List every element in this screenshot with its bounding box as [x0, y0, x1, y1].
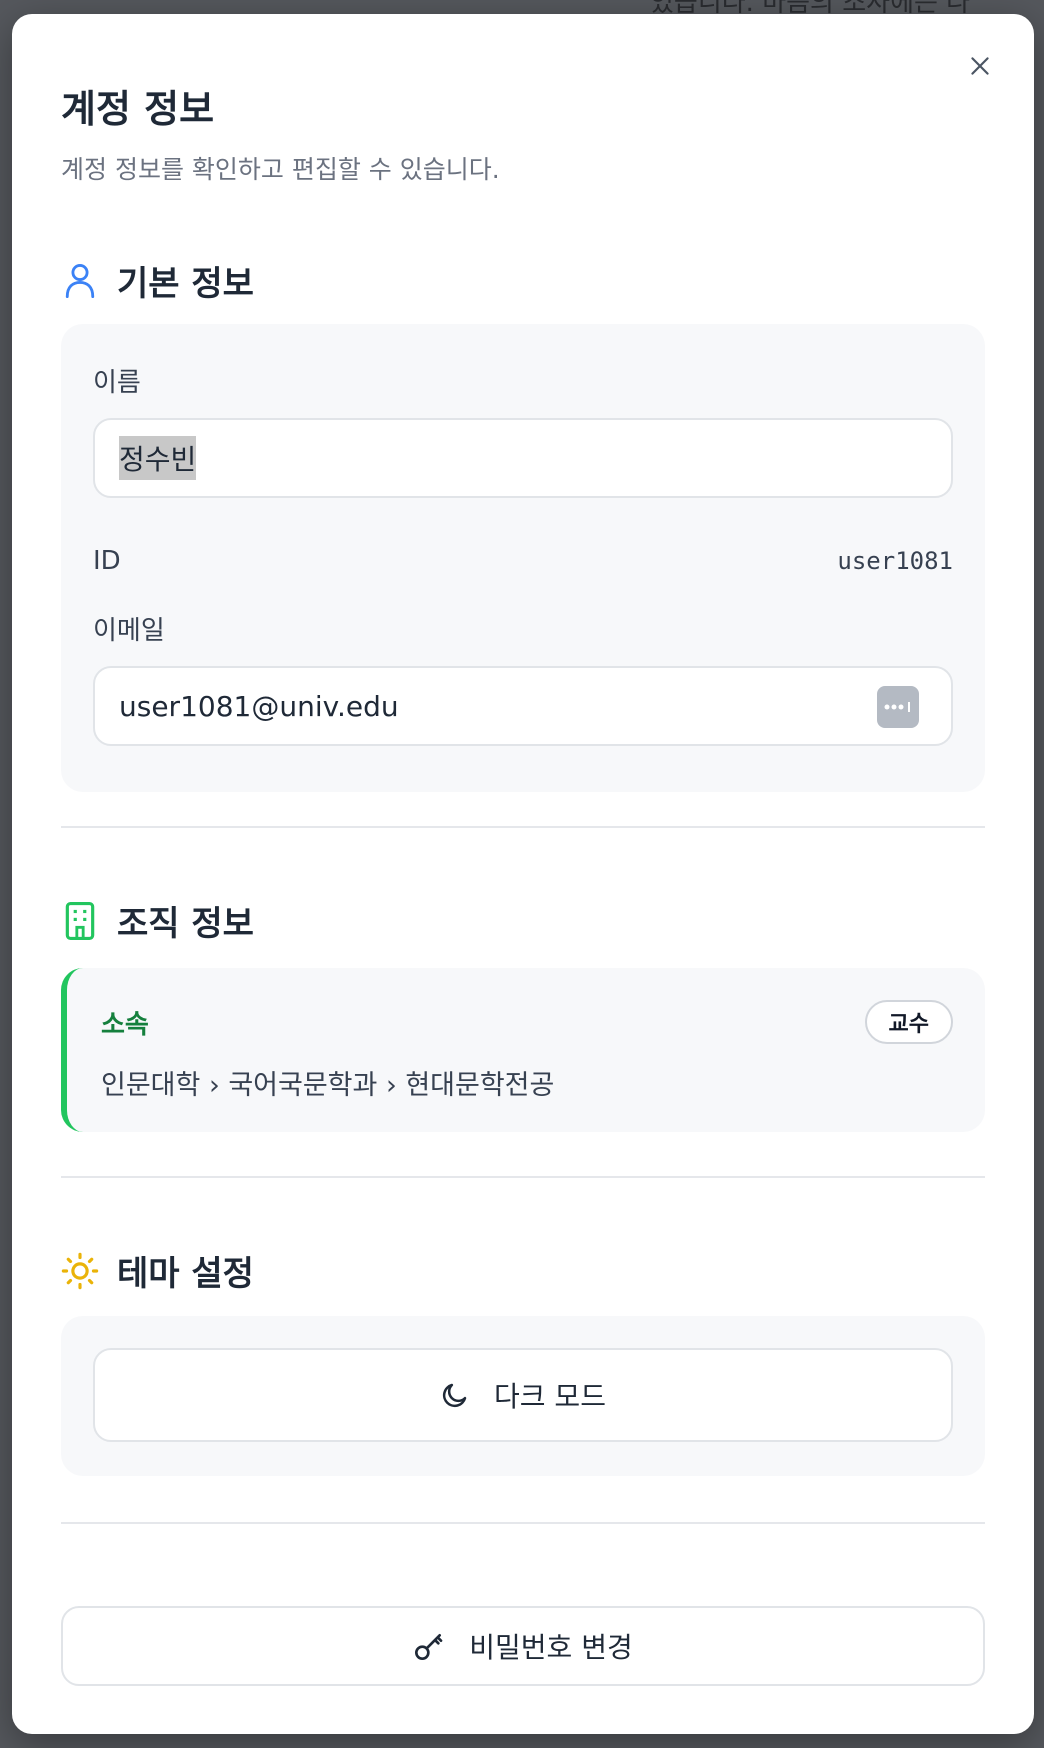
change-password-label: 비밀번호 변경 — [469, 1631, 633, 1664]
email-value: user1081@univ.edu — [119, 689, 399, 723]
theme-card: 다크 모드 — [61, 1316, 985, 1476]
email-input[interactable]: user1081@univ.edu — [93, 666, 953, 746]
dark-mode-label: 다크 모드 — [494, 1380, 606, 1413]
section-divider — [61, 1522, 985, 1524]
change-password-button[interactable]: 비밀번호 변경 — [61, 1606, 985, 1686]
id-value: user1081 — [837, 547, 953, 575]
name-value: 정수빈 — [119, 436, 197, 480]
affiliation-label: 소속 — [101, 1010, 149, 1040]
id-row: ID user1081 — [93, 546, 953, 576]
building-icon — [61, 901, 99, 940]
org-info-title: 조직 정보 — [117, 904, 254, 944]
section-divider — [61, 826, 985, 828]
theme-title: 테마 설정 — [117, 1254, 254, 1294]
close-button[interactable] — [962, 48, 998, 84]
sun-icon — [61, 1252, 99, 1290]
moon-icon — [440, 1380, 470, 1410]
password-manager-icon[interactable] — [877, 686, 919, 728]
theme-heading: 테마 설정 — [61, 1246, 254, 1295]
basic-info-title: 기본 정보 — [117, 264, 254, 304]
id-label: ID — [93, 546, 121, 576]
affiliation-path: 인문대학 › 국어국문학과 › 현대문학전공 — [101, 1070, 555, 1101]
section-divider — [61, 1176, 985, 1178]
key-icon — [413, 1630, 445, 1662]
dark-mode-button[interactable]: 다크 모드 — [93, 1348, 953, 1442]
close-icon — [971, 57, 989, 75]
affiliation-card: 소속 인문대학 › 국어국문학과 › 현대문학전공 교수 — [61, 968, 985, 1132]
dialog-subtitle: 계정 정보를 확인하고 편집할 수 있습니다. — [61, 155, 500, 184]
role-badge: 교수 — [864, 1000, 953, 1044]
account-info-dialog: 계정 정보 계정 정보를 확인하고 편집할 수 있습니다. 기본 정보 이름 정… — [12, 14, 1034, 1734]
dialog-title: 계정 정보 — [61, 87, 215, 131]
email-label: 이메일 — [93, 616, 165, 646]
org-info-heading: 조직 정보 — [61, 896, 254, 945]
name-label: 이름 — [93, 368, 141, 398]
basic-info-heading: 기본 정보 — [61, 256, 254, 305]
user-icon — [61, 262, 99, 300]
name-input[interactable]: 정수빈 — [93, 418, 953, 498]
basic-info-card: 이름 정수빈 ID user1081 이메일 user1081@univ.edu — [61, 324, 985, 792]
